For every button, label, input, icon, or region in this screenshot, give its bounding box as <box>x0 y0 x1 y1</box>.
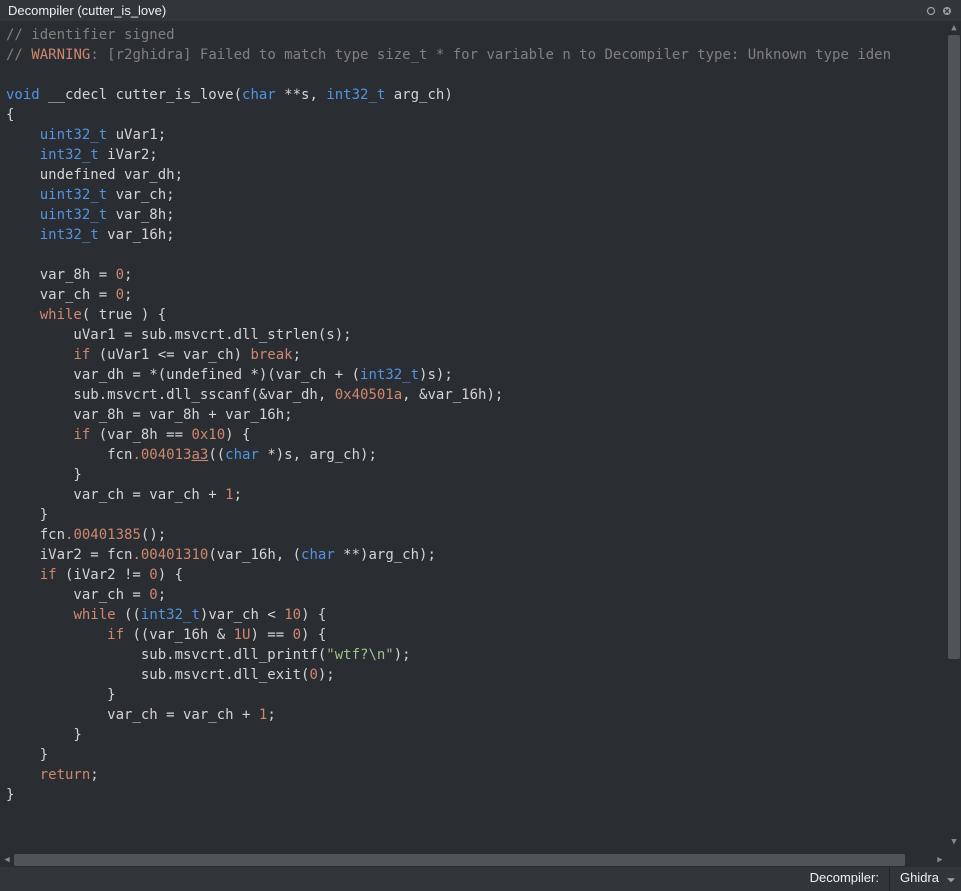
vertical-scrollbar[interactable]: ▲ ▼ <box>947 21 961 849</box>
keyword-if: if <box>73 347 90 363</box>
horizontal-scrollbar[interactable]: ◀ ▶ <box>0 853 947 867</box>
window-title: Decompiler (cutter_is_love) <box>8 3 166 18</box>
keyword-break: break <box>250 347 292 363</box>
decompiler-dropdown[interactable]: Ghidra <box>889 867 961 891</box>
scrollbar-h-track[interactable] <box>14 853 933 867</box>
warning-label: WARNING <box>31 47 90 63</box>
type-char: char <box>242 87 276 103</box>
scrollbar-thumb[interactable] <box>948 35 960 659</box>
keyword-while: while <box>40 307 82 323</box>
scroll-up-icon[interactable]: ▲ <box>947 21 961 35</box>
warning-message: : [r2ghidra] Failed to match type size_t… <box>90 47 891 63</box>
decompiler-value: Ghidra <box>900 870 939 885</box>
keyword-return: return <box>40 767 91 783</box>
scroll-left-icon[interactable]: ◀ <box>0 853 14 867</box>
decompiler-label: Decompiler: <box>800 867 889 891</box>
close-icon[interactable] <box>941 5 953 17</box>
titlebar: Decompiler (cutter_is_love) <box>0 0 961 21</box>
fcn-link[interactable]: a3 <box>191 447 208 463</box>
code-content[interactable]: // identifier signed // WARNING: [r2ghid… <box>0 21 961 809</box>
scroll-right-icon[interactable]: ▶ <box>933 853 947 867</box>
scrollbar-h-thumb[interactable] <box>14 854 905 866</box>
statusbar: Decompiler: Ghidra <box>0 867 961 891</box>
type-void: void <box>6 87 40 103</box>
comment-line: // identifier signed <box>6 27 175 43</box>
detach-icon[interactable] <box>925 5 937 17</box>
statusbar-spacer <box>0 867 800 891</box>
comment-slash: // <box>6 47 23 63</box>
type-int32: int32_t <box>326 87 385 103</box>
titlebar-controls <box>925 5 953 17</box>
scrollbar-track[interactable] <box>947 35 961 835</box>
scroll-down-icon[interactable]: ▼ <box>947 835 961 849</box>
decompiler-view[interactable]: // identifier signed // WARNING: [r2ghid… <box>0 21 961 867</box>
